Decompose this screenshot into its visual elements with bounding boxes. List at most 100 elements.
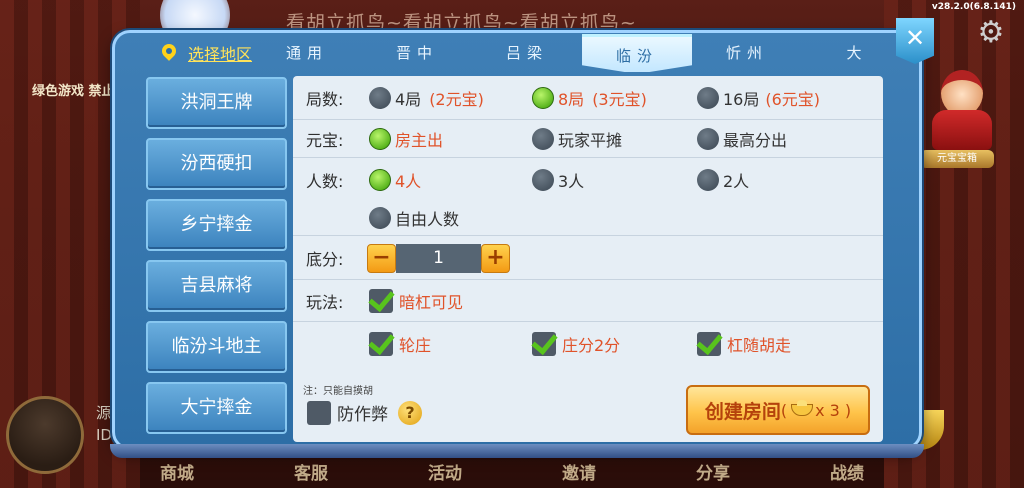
version-label: v28.2.0(6.8.141) — [931, 2, 1016, 12]
base-score-label: 底分: — [306, 250, 344, 269]
create-room-label: 创建房间 — [704, 400, 781, 423]
god-of-wealth-body — [932, 110, 992, 150]
rule-option-zhuangfen[interactable]: 庄分2分 — [532, 332, 620, 356]
game-item-xiangning[interactable]: 乡宁摔金 — [146, 199, 287, 251]
checkbox-checked-icon — [697, 332, 721, 356]
radio-on-icon — [369, 128, 391, 150]
rule-note: 注：只能自摸胡 — [303, 386, 373, 397]
players-free-text: 自由人数 — [395, 210, 460, 229]
checkbox-checked-icon — [532, 332, 556, 356]
radio-on-icon — [369, 169, 391, 191]
close-button[interactable]: ✕ — [896, 18, 934, 64]
base-score-stepper: − 1 + — [367, 243, 510, 273]
payment-highest-text: 最高分出 — [723, 131, 788, 150]
nav-activity[interactable]: 活动 — [428, 459, 462, 484]
players-option-3[interactable]: 3人 — [532, 168, 584, 192]
anticheat-option: 防作弊 ? — [307, 400, 422, 425]
tab-general[interactable]: 通用 — [252, 34, 362, 72]
treasure-box-label: 元宝宝箱 — [920, 150, 994, 168]
checkbox-checked-icon — [369, 332, 393, 356]
tab-xinzhou[interactable]: 忻州 — [692, 34, 802, 72]
help-icon[interactable]: ? — [398, 400, 422, 425]
tab-lvliang[interactable]: 吕梁 — [472, 34, 582, 72]
rounds-16-text: 16局 — [723, 90, 760, 109]
rounds-16-cost: (6元宝) — [765, 90, 821, 109]
nav-service[interactable]: 客服 — [294, 459, 328, 484]
rule-option-gangsui[interactable]: 杠随胡走 — [697, 332, 791, 356]
decrement-button[interactable]: − — [367, 243, 396, 273]
treasure-box-entry[interactable]: 元宝宝箱 — [920, 70, 996, 168]
settings-gear-icon[interactable]: ⚙ — [976, 18, 1006, 48]
rounds-option-16[interactable]: 16局 (6元宝) — [697, 86, 820, 110]
close-icon: ✕ — [904, 24, 926, 52]
game-item-linfen-doudizhu[interactable]: 临汾斗地主 — [146, 321, 287, 373]
game-item-daning[interactable]: 大宁摔金 — [146, 382, 287, 434]
radio-off-icon — [532, 169, 554, 191]
payment-row: 元宝: 房主出 玩家平摊 最高分出 — [293, 120, 883, 158]
radio-on-icon — [532, 87, 554, 109]
increment-button[interactable]: + — [481, 243, 510, 273]
cost-open-paren: ( — [780, 400, 788, 420]
players-3-text: 3人 — [558, 172, 585, 191]
payment-label: 元宝: — [306, 131, 344, 150]
options-panel: 局数: 4局 (2元宝) 8局 (3元宝) 16局 (6元宝) 元宝: 房主出 … — [293, 76, 883, 442]
radio-off-icon — [697, 128, 719, 150]
rules-label: 玩法: — [306, 293, 344, 312]
rules-row: 玩法: 暗杠可见 — [293, 280, 883, 322]
players-option-4[interactable]: 4人 — [369, 168, 421, 192]
create-room-button[interactable]: 创建房间 ( x 3 ) — [686, 385, 870, 435]
payment-host-text: 房主出 — [395, 131, 444, 150]
rounds-label: 局数: — [306, 90, 344, 109]
tab-linfen[interactable]: 临汾 — [582, 34, 693, 72]
rule-lunzhuang-text: 轮庄 — [399, 336, 432, 355]
rule-gangsui-text: 杠随胡走 — [727, 336, 792, 355]
rule-angang-text: 暗杠可见 — [399, 293, 464, 312]
rounds-4-cost: (2元宝) — [429, 90, 484, 109]
game-item-fenxi[interactable]: 汾西硬扣 — [146, 138, 287, 190]
players-option-free[interactable]: 自由人数 — [369, 206, 459, 230]
nav-share[interactable]: 分享 — [696, 459, 730, 484]
tab-da[interactable]: 大 — [802, 34, 892, 72]
rounds-option-8[interactable]: 8局 (3元宝) — [532, 86, 647, 110]
region-select-label: 选择地区 — [188, 45, 253, 64]
radio-off-icon — [369, 87, 391, 109]
rounds-row: 局数: 4局 (2元宝) 8局 (3元宝) 16局 (6元宝) — [293, 76, 883, 120]
game-item-hongdong[interactable]: 洪洞王牌 — [146, 77, 287, 129]
players-2-text: 2人 — [723, 172, 750, 191]
rounds-option-4[interactable]: 4局 (2元宝) — [369, 86, 484, 110]
rounds-8-cost: (3元宝) — [592, 90, 647, 109]
nav-shop[interactable]: 商城 — [160, 459, 194, 484]
players-option-2[interactable]: 2人 — [697, 168, 749, 192]
checkbox-checked-icon — [369, 289, 393, 313]
anticheat-label: 防作弊 — [337, 405, 388, 425]
scrolling-marquee: 看胡立抓鸟~看胡立抓鸟~看胡立抓鸟~ — [286, 12, 637, 32]
payment-option-host[interactable]: 房主出 — [369, 127, 443, 151]
game-item-jixian[interactable]: 吉县麻将 — [146, 260, 287, 312]
radio-off-icon — [532, 128, 554, 150]
rounds-4-text: 4局 — [395, 90, 422, 109]
payment-option-highest[interactable]: 最高分出 — [697, 127, 787, 151]
rules-row-2: 轮庄 庄分2分 杠随胡走 — [293, 322, 883, 366]
region-tabbar: 选择地区 通用 晋中 吕梁 临汾 忻州 大 — [142, 34, 892, 72]
rule-zhuangfen-text: 庄分2分 — [562, 336, 621, 355]
payment-option-split[interactable]: 玩家平摊 — [532, 127, 622, 151]
rule-option-angang[interactable]: 暗杠可见 — [369, 289, 463, 313]
location-pin-icon — [162, 44, 176, 62]
players-row: 人数: 4人 3人 2人 自由人数 — [293, 158, 883, 236]
rule-option-lunzhuang[interactable]: 轮庄 — [369, 332, 431, 356]
anticheat-checkbox[interactable] — [307, 400, 331, 425]
nav-invite[interactable]: 邀请 — [562, 459, 596, 484]
create-room-cost: x 3 ) — [815, 400, 852, 420]
gold-ingot-icon — [791, 400, 814, 416]
radio-off-icon — [697, 87, 719, 109]
players-4-text: 4人 — [395, 172, 422, 191]
avatar[interactable] — [6, 396, 84, 474]
radio-off-icon — [697, 169, 719, 191]
region-select-button[interactable]: 选择地区 — [142, 34, 252, 72]
payment-split-text: 玩家平摊 — [558, 131, 623, 150]
base-score-value: 1 — [396, 243, 481, 273]
tab-jinzhong[interactable]: 晋中 — [362, 34, 472, 72]
base-score-row: 底分: − 1 + — [293, 236, 883, 280]
players-label: 人数: — [306, 172, 344, 191]
nav-records[interactable]: 战绩 — [830, 459, 864, 484]
